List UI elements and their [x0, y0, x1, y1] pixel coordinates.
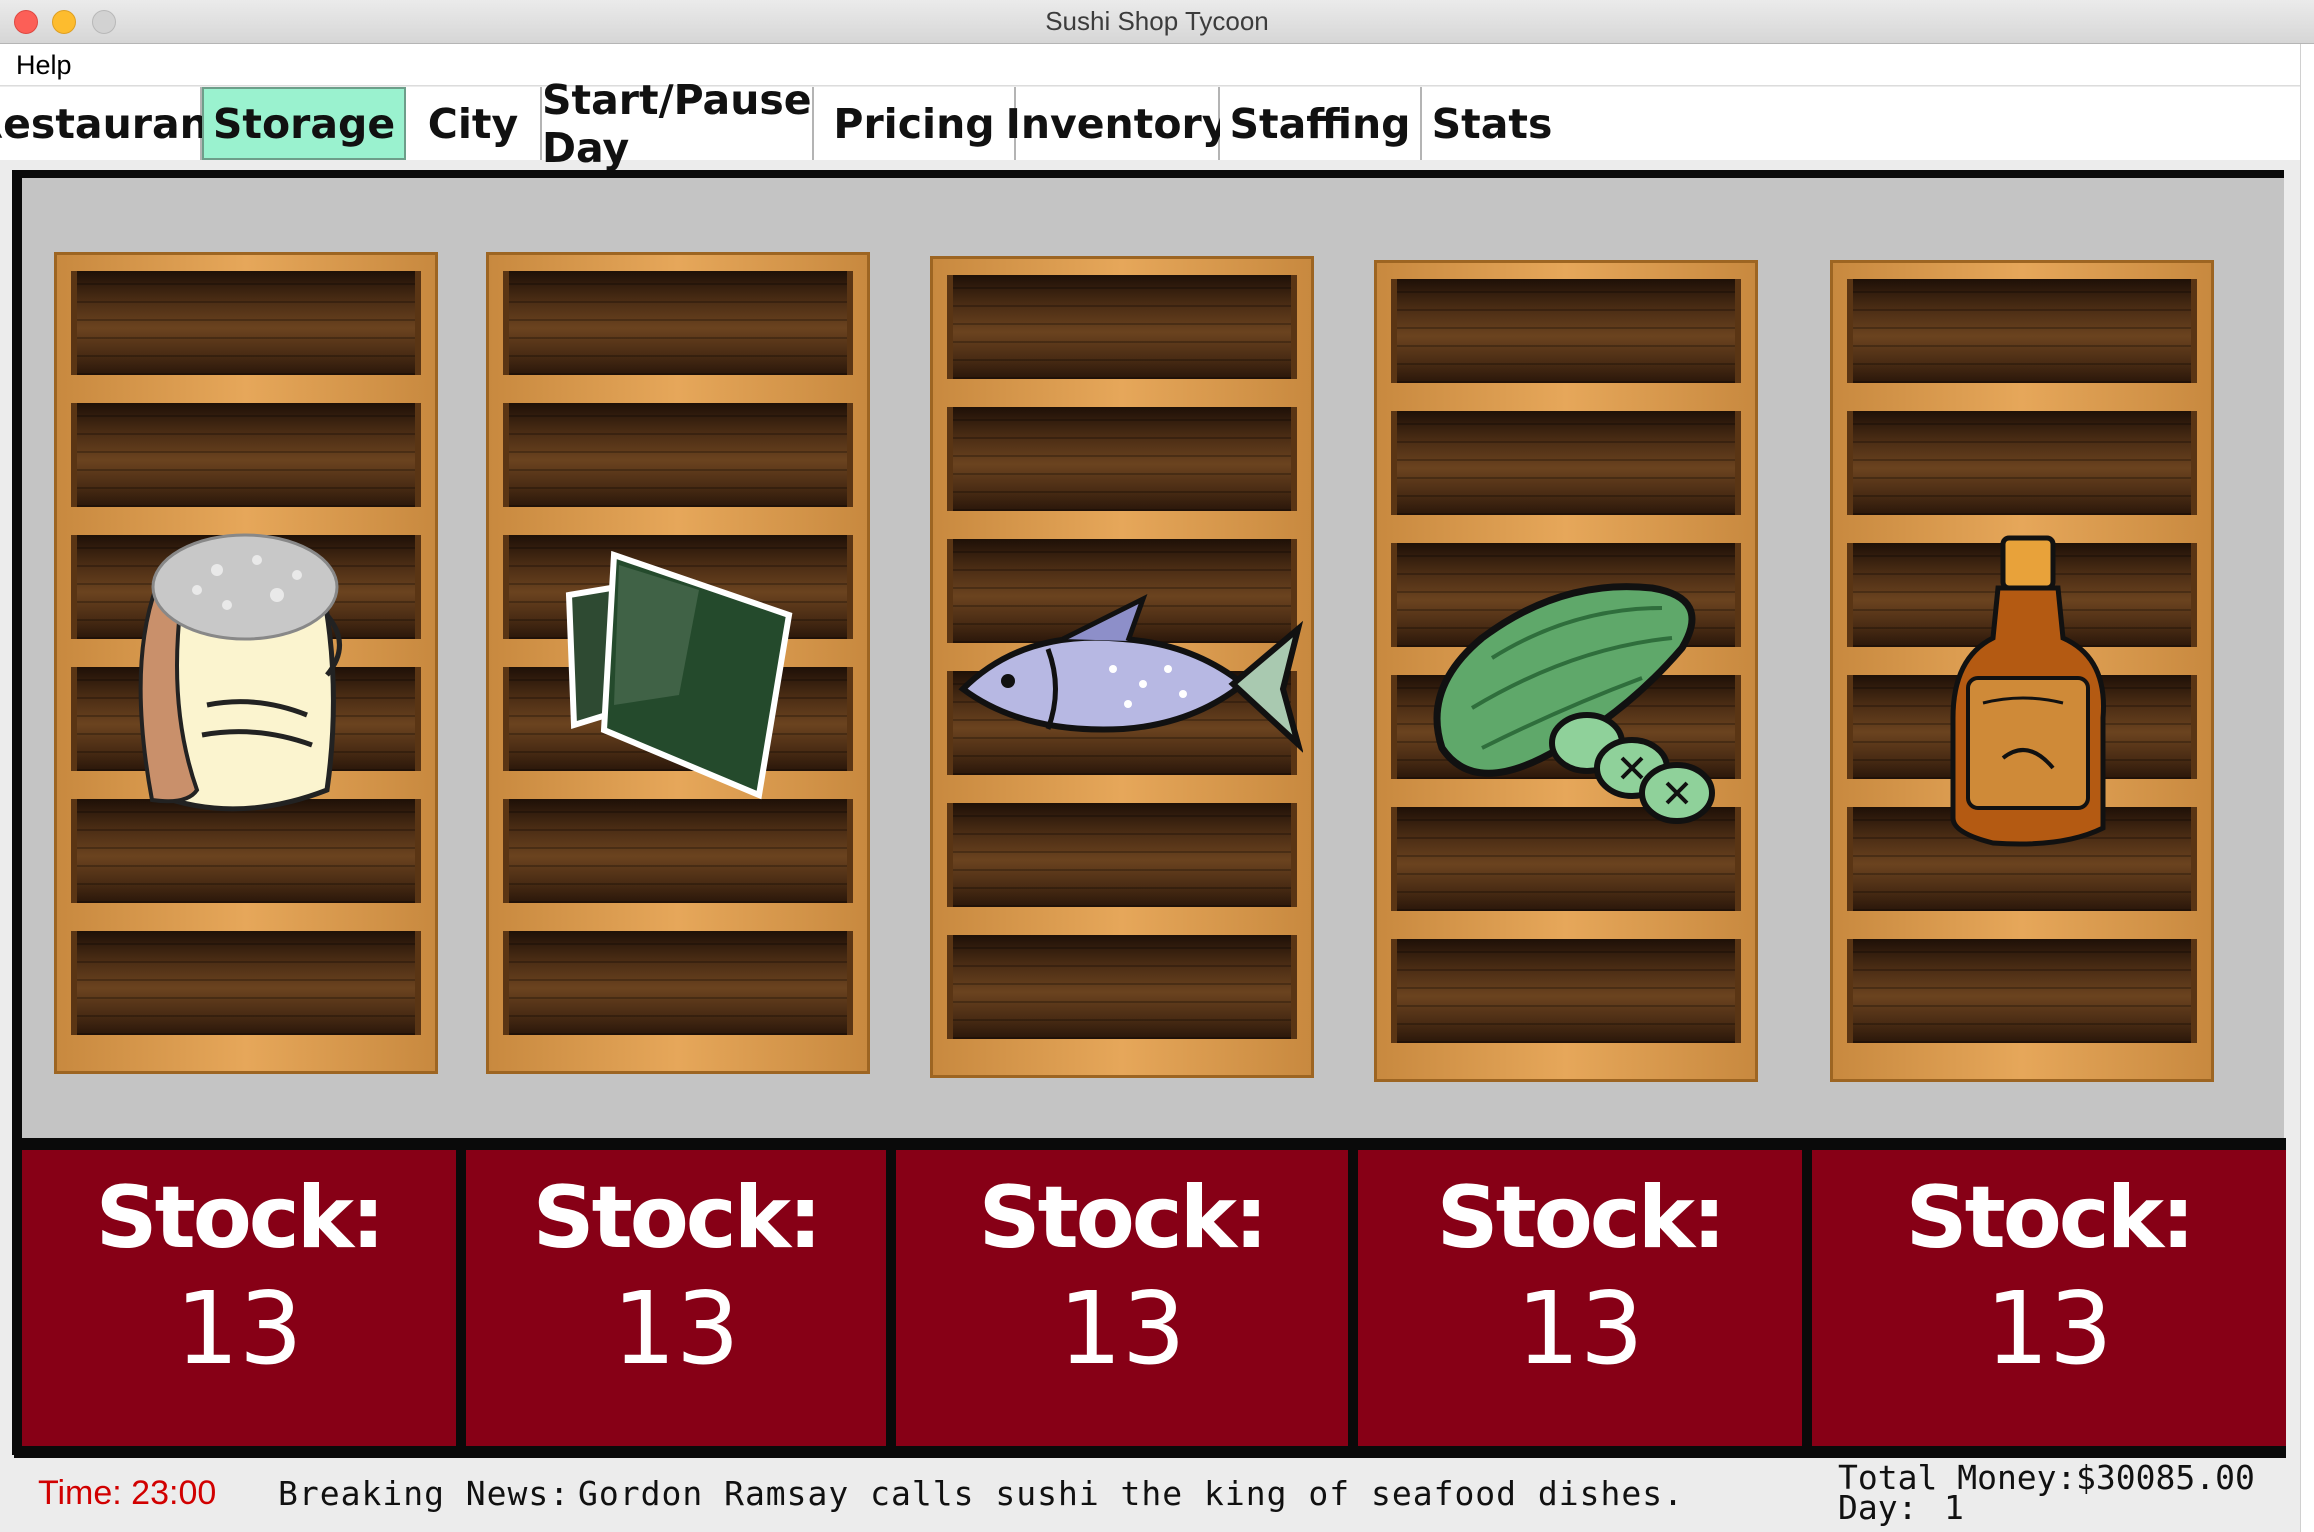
- storage-shelf-soy-sauce: [1830, 260, 2214, 1082]
- stock-value: 13: [612, 1270, 740, 1387]
- stock-label: Stock:: [532, 1168, 823, 1268]
- news-ticker-text: Gordon Ramsay calls sushi the king of se…: [578, 1474, 1684, 1513]
- tab-staffing[interactable]: Staffing: [1220, 87, 1422, 160]
- tab-bar: Restaurant Storage City Start/Pause Day …: [0, 76, 2300, 172]
- stock-value: 13: [175, 1270, 303, 1387]
- rice-sack-icon: [138, 533, 342, 812]
- stock-label: Stock:: [1905, 1168, 2196, 1268]
- menu-bar: Help: [0, 44, 2300, 86]
- tab-inventory[interactable]: Inventory: [1006, 87, 1228, 160]
- stock-panel-border-bottom: [14, 1446, 2286, 1458]
- stock-label: Stock:: [978, 1168, 1269, 1268]
- seaweed-sheets-icon: [565, 550, 793, 800]
- stock-value: 13: [1516, 1270, 1644, 1387]
- window-title: Sushi Shop Tycoon: [1045, 6, 1269, 36]
- stock-label: Stock:: [1436, 1168, 1727, 1268]
- soy-sauce-bottle-icon: [1950, 535, 2106, 847]
- game-time: Time: 23:00: [38, 1474, 217, 1512]
- title-bar: Sushi Shop Tycoon: [0, 0, 2314, 44]
- storage-shelf-rice: [54, 252, 438, 1074]
- stock-panel-border-top: [14, 1138, 2286, 1150]
- tab-pricing[interactable]: Pricing: [814, 87, 1016, 160]
- status-bar: Time: 23:00 Breaking News: Gordon Ramsay…: [0, 1458, 2300, 1532]
- stock-label: Stock:: [95, 1168, 386, 1268]
- stock-divider: [886, 1138, 896, 1446]
- tab-city[interactable]: City: [406, 87, 542, 160]
- tab-start-pause-day[interactable]: Start/Pause Day: [542, 76, 814, 172]
- tab-restaurant[interactable]: Restaurant: [0, 87, 228, 160]
- day-label: Day:: [1838, 1488, 1918, 1527]
- tab-storage[interactable]: Storage: [202, 87, 406, 160]
- news-label: Breaking News:: [278, 1474, 571, 1513]
- menu-help[interactable]: Help: [16, 50, 72, 81]
- stock-panel-rice: Stock: 13: [22, 1150, 456, 1446]
- cucumber-icon: [1433, 583, 1715, 824]
- day-value: 1: [1944, 1488, 1964, 1527]
- stock-divider: [456, 1138, 466, 1446]
- stock-panel-cucumber: Stock: 13: [1358, 1150, 1802, 1446]
- fish-icon: [958, 593, 1303, 753]
- stock-divider: [1802, 1138, 1812, 1446]
- stock-divider: [1348, 1138, 1358, 1446]
- tab-stats[interactable]: Stats: [1422, 87, 1562, 160]
- panel-border-top: [14, 170, 2284, 178]
- window-right-edge: [2300, 44, 2314, 1532]
- total-money-value: $30085.00: [2076, 1458, 2255, 1497]
- storage-shelf-cucumber: [1374, 260, 1758, 1082]
- storage-shelf-fish: [930, 256, 1314, 1078]
- storage-shelf-nori: [486, 252, 870, 1074]
- panel-border-left: [12, 170, 22, 1455]
- stock-panel-nori: Stock: 13: [466, 1150, 886, 1446]
- stock-panel-fish: Stock: 13: [896, 1150, 1348, 1446]
- stock-value: 13: [1985, 1270, 2113, 1387]
- stock-value: 13: [1058, 1270, 1186, 1387]
- stock-panel-soy-sauce: Stock: 13: [1812, 1150, 2286, 1446]
